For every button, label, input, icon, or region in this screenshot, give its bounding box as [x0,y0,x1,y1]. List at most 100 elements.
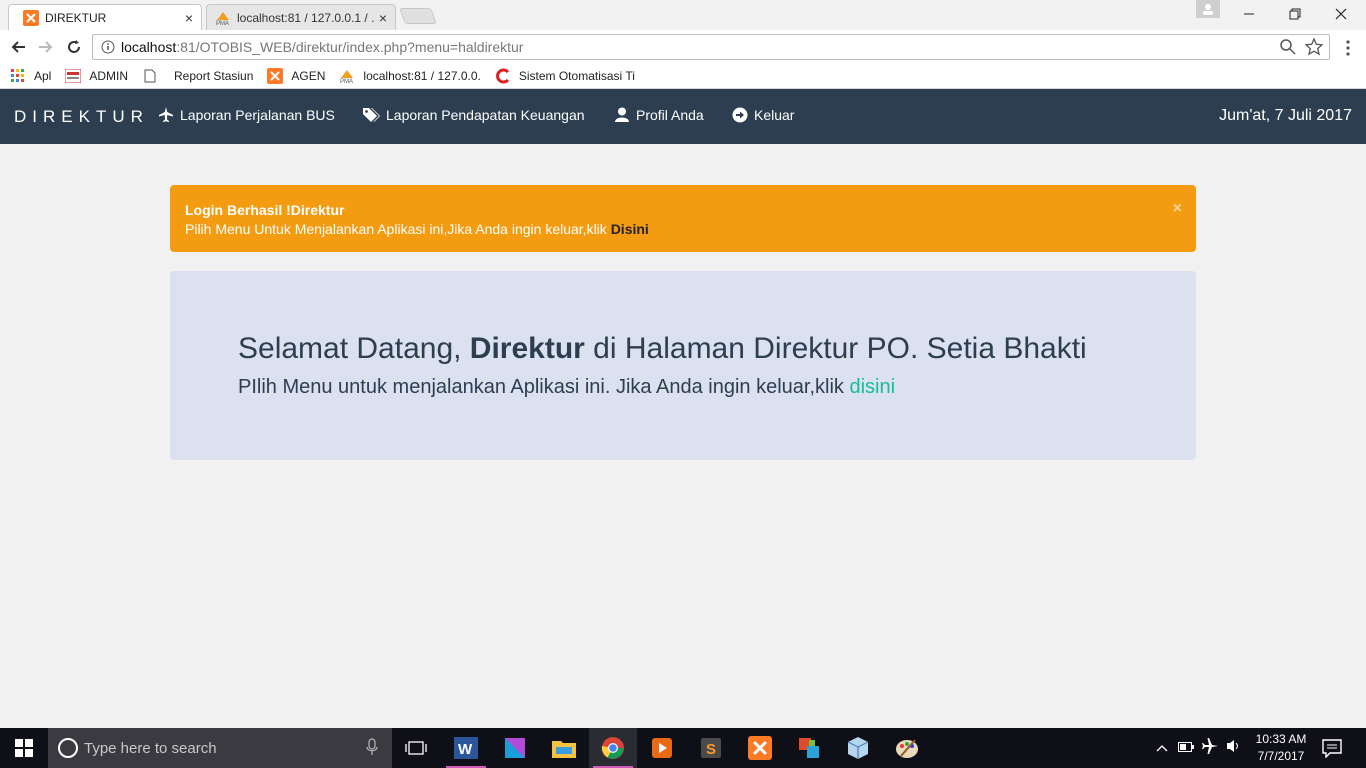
svg-text:W: W [458,741,473,758]
bookmark-apps[interactable]: Apl [10,68,51,84]
xampp-icon [267,68,284,84]
plane-icon [158,107,174,123]
word-app-icon[interactable]: W [442,728,490,768]
user-icon [614,107,630,123]
bookmark-admin[interactable]: ADMIN [65,68,128,84]
zoom-search-icon[interactable] [1279,38,1297,59]
phpmyadmin-icon: PMA [215,10,231,27]
nav-label: Laporan Perjalanan BUS [180,107,335,123]
red-c-logo-icon [495,68,511,84]
task-view-icon[interactable] [392,728,440,768]
login-success-alert: Login Berhasil !Direktur Pilih Menu Untu… [170,185,1196,252]
browser-toolbar: localhost:81/OTOBIS_WEB/direktur/index.p… [0,30,1366,64]
cortana-icon [58,738,78,758]
welcome-title: Selamat Datang, Direktur di Halaman Dire… [238,329,1128,369]
tags-icon [362,107,380,123]
svg-text:S: S [706,741,716,758]
bookmark-label: Report Stasiun [174,69,254,83]
xampp-icon [23,9,39,26]
system-tray [1156,728,1242,768]
nav-label: Laporan Pendapatan Keuangan [386,107,585,123]
close-tab-icon[interactable]: × [185,10,193,26]
back-arrow-icon[interactable] [6,35,30,59]
bookmark-label: AGEN [291,69,326,83]
bookmark-agen[interactable]: AGEN [267,68,325,84]
clock-time: 10:33 AM [1255,732,1307,746]
nav-laporan-pendapatan-keuangan[interactable]: Laporan Pendapatan Keuangan [362,107,585,123]
nav-label: Keluar [754,107,795,123]
notification-center-icon[interactable] [1322,738,1342,763]
search-placeholder: Type here to search [84,739,217,757]
welcome-title-suffix: di Halaman Direktur PO. Setia Bhakti [584,332,1087,365]
welcome-title-role: Direktur [469,332,585,365]
url-path: :81/OTOBIS_WEB/direktur/index.php?menu=h… [176,39,524,55]
bookmark-label: Sistem Otomatisasi Ti [518,69,635,83]
bookmark-sistem-otomatisasi[interactable]: Sistem Otomatisasi Ti [495,68,635,84]
reload-icon[interactable] [62,35,86,59]
network-app-icon[interactable] [785,728,833,768]
admin-site-icon [65,68,82,84]
tab-direktur[interactable]: DIREKTUR × [8,4,202,30]
navbar-brand[interactable]: DIREKTUR [14,107,149,127]
alert-message-text: Pilih Menu Untuk Menjalankan Aplikasi in… [185,221,611,237]
nav-keluar[interactable]: Keluar [732,107,794,123]
chevron-up-icon[interactable] [1156,739,1168,757]
paint-app-icon[interactable] [883,728,931,768]
alert-logout-link[interactable]: Disini [611,221,649,237]
profile-icon[interactable] [1196,0,1220,18]
virtualbox-icon[interactable] [834,728,882,768]
windows-taskbar: Type here to search W S 10:33 AM 7/7/201… [0,728,1366,768]
browser-titlebar: DIREKTUR × PMA localhost:81 / 127.0.0.1 … [0,0,1366,30]
bookmark-label: ADMIN [89,69,129,83]
nav-label: Profil Anda [636,107,704,123]
new-tab-button[interactable] [399,8,437,24]
bookmark-label: Apl [34,69,52,83]
media-player-icon[interactable] [638,728,686,768]
alert-close-icon[interactable]: × [1173,200,1182,218]
apps-grid-icon [10,68,26,84]
tab-title: DIREKTUR [45,10,107,25]
battery-icon[interactable] [1178,739,1194,757]
arrow-right-circle-icon [732,107,748,123]
taskbar-search-input[interactable]: Type here to search [48,728,392,768]
bookmark-phpmyadmin[interactable]: PMA localhost:81 / 127.0.0. [339,68,480,84]
alert-message: Pilih Menu Untuk Menjalankan Aplikasi in… [185,220,1181,239]
bookmark-star-icon[interactable] [1304,37,1324,59]
welcome-jumbotron: Selamat Datang, Direktur di Halaman Dire… [170,271,1196,460]
current-date: Jum'at, 7 Juli 2017 [1219,107,1352,124]
windows-start-icon[interactable] [0,728,48,768]
welcome-text-body: PIlih Menu untuk menjalankan Aplikasi in… [238,376,850,398]
bookmarks-bar: Apl ADMIN Report Stasiun AGEN PMA localh… [0,64,1366,89]
sublime-text-icon[interactable]: S [687,728,735,768]
info-icon[interactable] [101,40,115,54]
taskbar-clock[interactable]: 10:33 AM 7/7/2017 [1250,731,1312,765]
tab-phpmyadmin[interactable]: PMA localhost:81 / 127.0.0.1 / ... × [206,4,396,30]
address-bar[interactable]: localhost:81/OTOBIS_WEB/direktur/index.p… [92,34,1330,60]
top-navbar: DIREKTUR Laporan Perjalanan BUS Laporan … [0,89,1366,144]
bookmark-report-stasiun[interactable]: Report Stasiun [142,68,253,84]
bookmark-label: localhost:81 / 127.0.0. [363,69,481,83]
svg-text:PMA: PMA [216,21,229,26]
close-tab-icon[interactable]: × [379,10,387,26]
file-explorer-icon[interactable] [540,728,588,768]
welcome-text: PIlih Menu untuk menjalankan Aplikasi in… [238,371,1128,403]
microphone-icon[interactable] [366,738,378,760]
page-icon [142,68,158,84]
nav-profil-anda[interactable]: Profil Anda [614,107,704,123]
airplane-mode-icon[interactable] [1202,737,1218,759]
tab-title: localhost:81 / 127.0.0.1 / ... [237,10,375,25]
close-window-icon[interactable] [1318,0,1364,28]
chrome-app-icon[interactable] [589,728,637,768]
minimize-icon[interactable] [1226,0,1272,28]
volume-icon[interactable] [1226,739,1242,758]
phpmyadmin-icon: PMA [339,68,355,84]
browser-menu-icon[interactable] [1340,38,1356,58]
store-app-icon[interactable] [491,728,539,768]
xampp-app-icon[interactable] [736,728,784,768]
nav-laporan-perjalanan-bus[interactable]: Laporan Perjalanan BUS [158,107,335,123]
welcome-logout-link[interactable]: disini [849,376,895,398]
alert-title: Login Berhasil !Direktur [185,202,345,218]
restore-icon[interactable] [1272,0,1318,28]
forward-arrow-icon[interactable] [34,35,58,59]
welcome-title-prefix: Selamat Datang, [238,332,470,365]
